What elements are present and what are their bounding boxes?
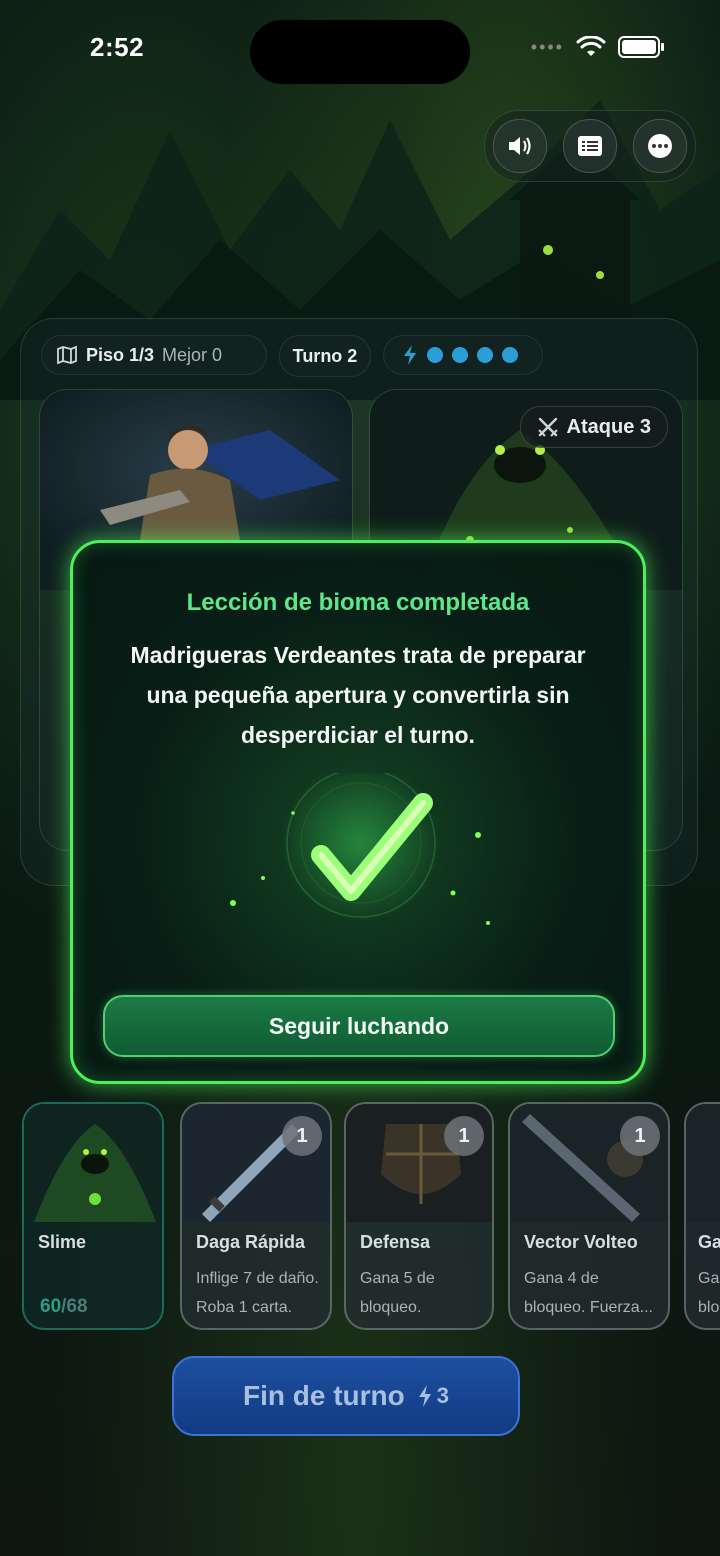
energy-pill bbox=[383, 335, 543, 375]
turn-label: Turno 2 bbox=[292, 345, 358, 366]
energy-dot bbox=[477, 347, 493, 363]
best-label: Mejor 0 bbox=[162, 344, 223, 365]
status-icons: •••• bbox=[530, 36, 664, 58]
card-name: Defensa bbox=[360, 1232, 431, 1252]
card-name: Daga Rápida bbox=[196, 1232, 306, 1252]
modal-title: Lección de bioma completada bbox=[186, 589, 530, 616]
speaker-icon bbox=[509, 137, 531, 155]
card-art-partial bbox=[686, 1104, 720, 1222]
energy-dot bbox=[427, 347, 443, 363]
card-description: Inflige 7 de daño. Roba 1 carta. bbox=[196, 1270, 319, 1316]
enemy-hp: 60/68 bbox=[40, 1296, 88, 1317]
checkmark-icon bbox=[230, 773, 490, 925]
continue-button[interactable]: Seguir luchando bbox=[103, 995, 615, 1057]
map-icon bbox=[57, 345, 77, 365]
card-description: Gana 5 de bloqueo. bbox=[360, 1270, 435, 1316]
log-icon bbox=[578, 136, 602, 156]
more-icon bbox=[648, 134, 672, 158]
lightning-icon bbox=[404, 345, 416, 365]
sound-button[interactable] bbox=[493, 119, 547, 173]
lesson-complete-modal: Lección de bioma completada Madrigueras … bbox=[70, 540, 646, 1084]
more-button[interactable] bbox=[633, 119, 687, 173]
floor-pill: Piso 1/3 Mejor 0 bbox=[41, 335, 267, 375]
card-name: Slime bbox=[38, 1232, 87, 1252]
battery-icon bbox=[618, 36, 664, 58]
signal-icon: •••• bbox=[530, 36, 564, 57]
dynamic-island bbox=[250, 20, 470, 84]
top-controls bbox=[484, 110, 696, 182]
crossed-swords-icon bbox=[537, 417, 558, 437]
end-turn-label: Fin de turno bbox=[242, 1380, 405, 1411]
cost-badge: 1 bbox=[282, 1116, 322, 1156]
cost-badge: 1 bbox=[620, 1116, 660, 1156]
log-button[interactable] bbox=[563, 119, 617, 173]
card-name: Ga bbox=[698, 1232, 720, 1252]
energy-dot bbox=[502, 347, 518, 363]
slime-art bbox=[24, 1104, 162, 1222]
card-defensa[interactable]: 1 Defensa Gana 5 de bloqueo. bbox=[344, 1102, 494, 1330]
lightning-icon bbox=[418, 1385, 431, 1407]
turn-pill: Turno 2 bbox=[279, 335, 371, 377]
card-description: Gana 4 de bloqueo. Fuerza... bbox=[524, 1270, 653, 1316]
enemy-intent-badge: Ataque 3 bbox=[519, 406, 668, 448]
card-partial[interactable]: Ga Ga blo bbox=[684, 1102, 720, 1330]
end-turn-button[interactable]: Fin de turno 3 bbox=[172, 1356, 520, 1436]
attack-label: Ataque 3 bbox=[566, 415, 651, 438]
enemy-hand-card[interactable]: Slime 60/68 bbox=[22, 1102, 164, 1330]
card-description: Ga blo bbox=[698, 1270, 720, 1316]
cost-badge: 1 bbox=[444, 1116, 484, 1156]
end-turn-cost: 3 bbox=[417, 1383, 449, 1409]
wifi-icon bbox=[576, 36, 606, 56]
card-name: Vector Volteo bbox=[524, 1232, 638, 1252]
modal-body: Madrigueras Verdeantes trata de preparar… bbox=[130, 642, 586, 748]
card-vector-volteo[interactable]: 1 Vector Volteo Gana 4 de bloqueo. Fuerza… bbox=[508, 1102, 670, 1330]
card-daga-rapida[interactable]: 1 Daga Rápida Inflige 7 de daño. Roba 1 c… bbox=[180, 1102, 332, 1330]
status-time: 2:52 bbox=[90, 32, 145, 62]
floor-label: Piso 1/3 bbox=[86, 344, 155, 365]
energy-dot bbox=[452, 347, 468, 363]
